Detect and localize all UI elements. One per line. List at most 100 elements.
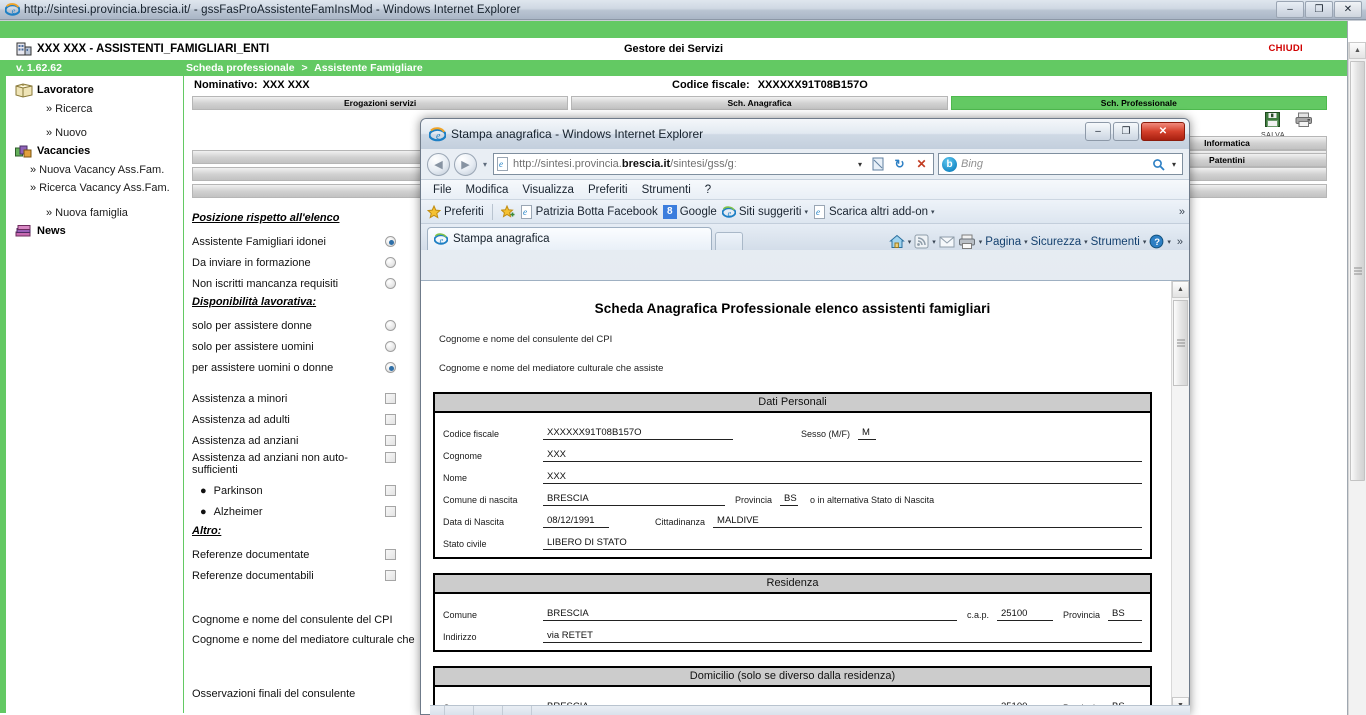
- check-row-minori[interactable]: Assistenza a minori: [192, 388, 396, 409]
- cmd-pagina[interactable]: Pagina ▾: [985, 236, 1027, 248]
- radio-solo-donne[interactable]: [385, 320, 396, 331]
- cmd-sicurezza[interactable]: Sicurezza ▾: [1031, 236, 1088, 248]
- menu-preferiti[interactable]: Preferiti: [588, 184, 628, 196]
- chevron-down-icon[interactable]: ▾: [932, 238, 936, 246]
- checkbox-assistenza-minori[interactable]: [385, 393, 396, 404]
- check-row-anziani[interactable]: Assistenza ad anziani: [192, 430, 396, 451]
- refresh-icon[interactable]: ↻: [890, 155, 909, 174]
- search-icon[interactable]: [1152, 158, 1165, 171]
- radio-row-formazione[interactable]: Da inviare in formazione: [192, 252, 396, 273]
- chevron-down-icon[interactable]: ▾: [931, 208, 935, 216]
- radio-row-donne[interactable]: solo per assistere donne: [192, 315, 396, 336]
- search-input[interactable]: b Bing ▾: [938, 153, 1183, 175]
- checkbox-assistenza-anziani[interactable]: [385, 435, 396, 446]
- fav-link-siti-suggeriti[interactable]: e Siti suggeriti ▾: [721, 205, 808, 219]
- favorites-overflow-icon[interactable]: »: [1179, 206, 1185, 218]
- address-dropdown-caret-icon[interactable]: ▾: [855, 160, 865, 169]
- scrollbar-thumb[interactable]: [1350, 61, 1365, 481]
- chevron-down-icon[interactable]: ▾: [908, 238, 912, 246]
- chevron-down-icon[interactable]: ▾: [1024, 238, 1028, 246]
- popup-minimize-button[interactable]: –: [1085, 122, 1111, 141]
- print-button[interactable]: ▾: [958, 234, 983, 249]
- radio-row-idonei[interactable]: Assistente Famigliari idonei: [192, 231, 396, 252]
- new-tab-button[interactable]: [715, 232, 743, 250]
- tab-sch-anagrafica[interactable]: Sch. Anagrafica: [571, 96, 948, 110]
- popup-maximize-button[interactable]: ❐: [1113, 122, 1139, 141]
- chevron-down-icon[interactable]: ▾: [1167, 238, 1171, 246]
- menu-file[interactable]: File: [433, 184, 452, 196]
- sidebar-item-ricerca[interactable]: » Ricerca: [6, 101, 183, 117]
- breadcrumb-root[interactable]: Scheda professionale: [186, 62, 295, 74]
- forward-button[interactable]: ▶: [454, 152, 477, 176]
- main-window-scrollbar[interactable]: ▲: [1348, 42, 1366, 715]
- compatibility-view-icon[interactable]: [868, 155, 887, 174]
- checkbox-assistenza-anziani-non-autosufficienti[interactable]: [385, 452, 396, 463]
- chevron-down-icon[interactable]: ▾: [1143, 238, 1147, 246]
- stop-icon[interactable]: ✕: [912, 155, 931, 174]
- menu-visualizza[interactable]: Visualizza: [522, 184, 574, 196]
- checkbox-referenze-documentabili[interactable]: [385, 570, 396, 581]
- main-window-titlebar[interactable]: e http://sintesi.provincia.brescia.it/ -…: [0, 0, 1366, 20]
- doc-scroll-up-arrow[interactable]: ▲: [1172, 281, 1189, 298]
- check-row-adulti[interactable]: Assistenza ad adulti: [192, 409, 396, 430]
- sidebar-item-nuovo[interactable]: » Nuovo: [6, 125, 183, 141]
- checkbox-alzheimer[interactable]: [385, 506, 396, 517]
- help-button[interactable]: ? ▾: [1149, 234, 1171, 249]
- fav-link-patrizia-botta-facebook[interactable]: e Patrizia Botta Facebook: [520, 204, 658, 219]
- menu-modifica[interactable]: Modifica: [466, 184, 509, 196]
- maximize-button[interactable]: ❐: [1305, 1, 1333, 18]
- sidebar-item-nuova-famiglia[interactable]: » Nuova famiglia: [6, 205, 183, 221]
- tab-sch-professionale[interactable]: Sch. Professionale: [950, 96, 1327, 110]
- fav-link-scarica-altri-addon[interactable]: e Scarica altri add-on ▾: [813, 204, 935, 219]
- sidebar-item-nuova-vacancy[interactable]: » Nuova Vacancy Ass.Fam.: [6, 162, 183, 178]
- scroll-up-arrow[interactable]: ▲: [1349, 42, 1366, 59]
- radio-assistente-famigliari-idonei[interactable]: [385, 236, 396, 247]
- radio-uomini-o-donne[interactable]: [385, 362, 396, 373]
- chevron-down-icon[interactable]: ▾: [804, 208, 808, 216]
- command-bar-overflow-icon[interactable]: »: [1177, 236, 1183, 248]
- checkbox-assistenza-adulti[interactable]: [385, 414, 396, 425]
- home-button[interactable]: ▾: [888, 234, 912, 249]
- sidebar-group-news[interactable]: News: [6, 223, 183, 241]
- search-provider-caret-icon[interactable]: ▾: [1169, 160, 1179, 169]
- printer-icon[interactable]: [1295, 112, 1313, 127]
- radio-non-iscritti-mancanza-requisiti[interactable]: [385, 278, 396, 289]
- check-row-anziani-non-auto[interactable]: Assistenza ad anziani non auto-sufficien…: [192, 451, 396, 480]
- add-to-favorites-bar-button[interactable]: [500, 204, 515, 219]
- sidebar-group-lavoratore[interactable]: Lavoratore: [6, 82, 183, 100]
- check-row-parkinson[interactable]: ● Parkinson: [192, 480, 396, 501]
- checkbox-parkinson[interactable]: [385, 485, 396, 496]
- address-input[interactable]: e http://sintesi.provincia.brescia.it/si…: [493, 153, 934, 175]
- radio-solo-uomini[interactable]: [385, 341, 396, 352]
- back-button[interactable]: ◀: [427, 152, 450, 176]
- check-row-referenze-documentabili[interactable]: Referenze documentabili: [192, 565, 396, 586]
- mail-button[interactable]: [939, 235, 955, 248]
- cmd-strumenti[interactable]: Strumenti ▾: [1091, 236, 1147, 248]
- favorites-button[interactable]: Preferiti: [427, 204, 484, 219]
- recent-pages-caret-icon[interactable]: ▾: [483, 160, 487, 169]
- radio-row-uomini[interactable]: solo per assistere uomini: [192, 336, 396, 357]
- popup-titlebar[interactable]: e Stampa anagrafica - Windows Internet E…: [421, 119, 1189, 149]
- fav-link-google[interactable]: 8 Google: [662, 204, 717, 219]
- save-button[interactable]: SALVA: [1261, 112, 1285, 139]
- chevron-down-icon[interactable]: ▾: [979, 238, 983, 246]
- check-row-alzheimer[interactable]: ● Alzheimer: [192, 501, 396, 522]
- close-button[interactable]: ✕: [1334, 1, 1362, 18]
- checkbox-referenze-documentate[interactable]: [385, 549, 396, 560]
- sidebar-item-ricerca-vacancy[interactable]: » Ricerca Vacancy Ass.Fam.: [6, 180, 183, 196]
- menu-strumenti[interactable]: Strumenti: [642, 184, 691, 196]
- minimize-button[interactable]: –: [1276, 1, 1304, 18]
- document-scrollbar[interactable]: ▲ ▼: [1171, 281, 1189, 714]
- close-session-link[interactable]: CHIUDI: [1268, 43, 1303, 54]
- radio-da-inviare-in-formazione[interactable]: [385, 257, 396, 268]
- radio-row-uomini-o-donne[interactable]: per assistere uomini o donne: [192, 357, 396, 378]
- feeds-button[interactable]: ▾: [914, 234, 936, 249]
- radio-row-non-iscritti[interactable]: Non iscritti mancanza requisiti: [192, 273, 396, 294]
- menu-help[interactable]: ?: [705, 184, 711, 196]
- browser-tab-stampa-anagrafica[interactable]: e Stampa anagrafica: [427, 227, 712, 250]
- sidebar-group-vacancies[interactable]: Vacancies: [6, 143, 183, 161]
- tab-erogazioni-servizi[interactable]: Erogazioni servizi: [192, 96, 569, 110]
- doc-scrollbar-thumb[interactable]: [1173, 300, 1188, 386]
- check-row-referenze-documentate[interactable]: Referenze documentate: [192, 544, 396, 565]
- chevron-down-icon[interactable]: ▾: [1084, 238, 1088, 246]
